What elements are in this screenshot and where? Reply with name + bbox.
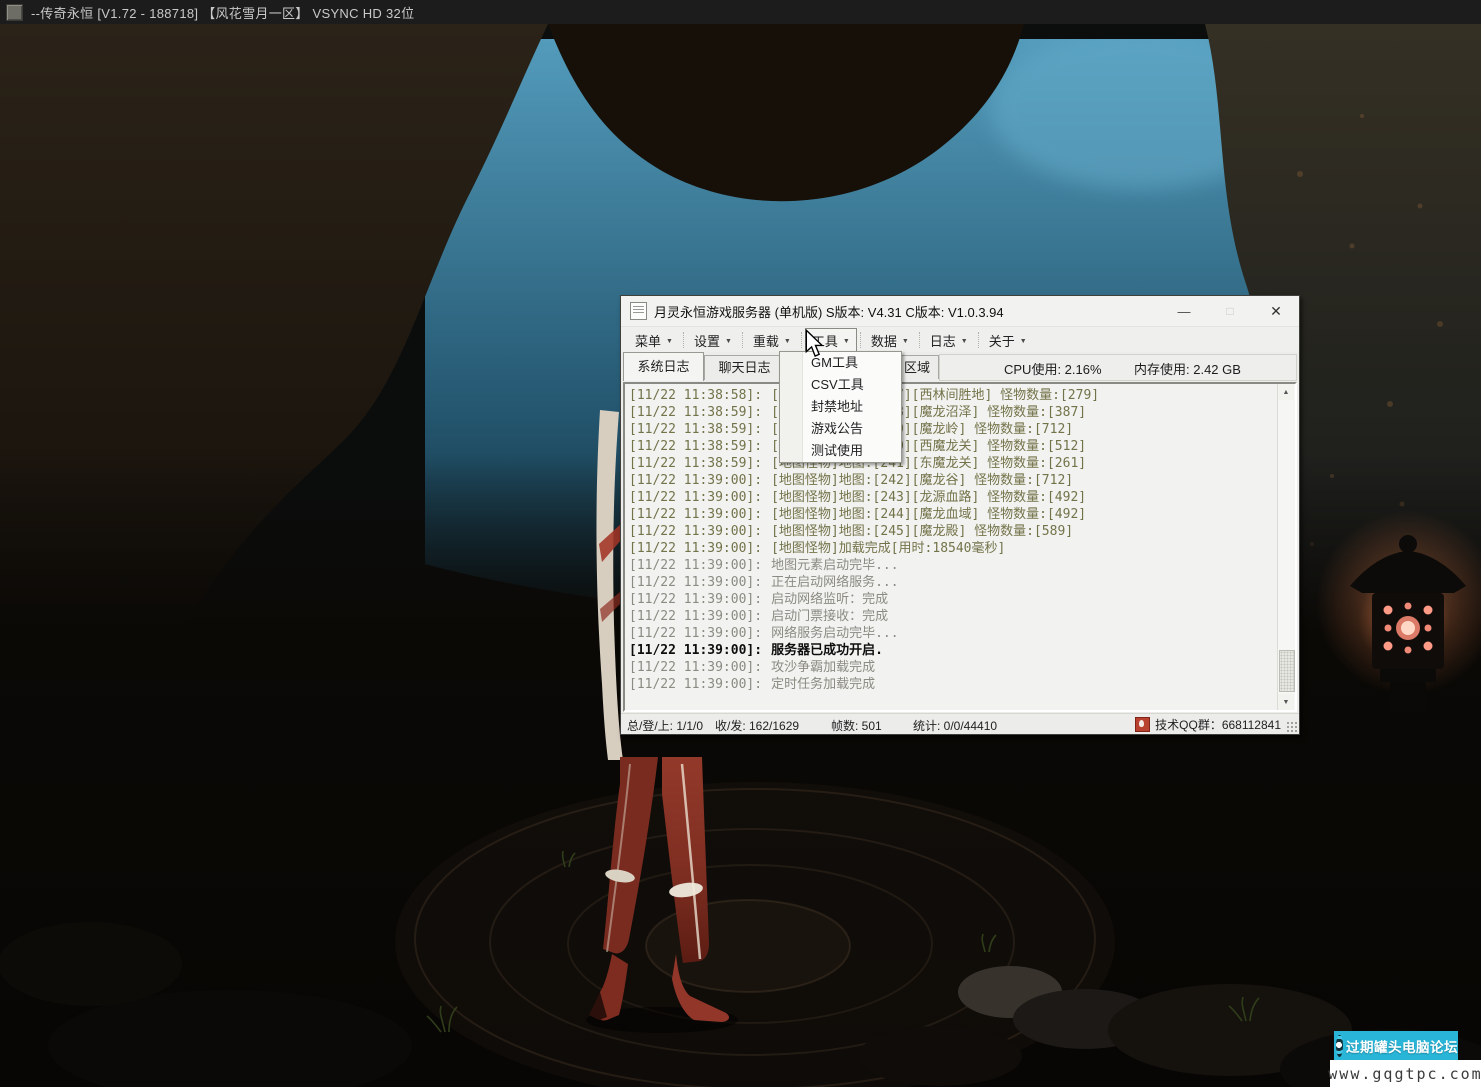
log-line-server-started: [11/22 11:39:00]:服务器已成功开启. [629,642,1275,659]
dropdown-item-gm-tools[interactable]: GM工具 [780,352,901,374]
game-title-bar: --传奇永恒 [V1.72 - 188718] 【风花雪月一区】 VSYNC H… [0,0,1481,24]
game-app-icon [6,4,23,21]
chevron-down-icon: ▼ [666,338,673,345]
qq-icon [1135,717,1150,732]
menu-bar: 菜单 ▼ 设置 ▼ 重载 ▼ 工具 ▼ 数据 ▼ 日志 ▼ 关于 [621,326,1299,353]
menu-label: 设置 [694,331,720,350]
log-line: [11/22 11:39:00]:启动门票接收：完成 [629,608,1275,625]
scroll-up-icon[interactable]: ▲ [1278,384,1294,400]
status-stats: 统计: 0/0/44410 [913,717,997,734]
tab-chat-log[interactable]: 聊天日志 [704,355,785,380]
status-qq-group: 技术QQ群：668112841 [1155,716,1281,733]
dropdown-item-test-use[interactable]: 测试使用 [780,440,901,462]
tab-bar: 系统日志 聊天日志 区域 CPU使用: 2.16% 内存使用: 2.42 GB [621,352,1299,382]
menu-label: 日志 [930,331,956,350]
memory-usage: 内存使用: 2.42 GB [1134,359,1241,378]
chevron-down-icon: ▼ [725,338,732,345]
resource-stats-panel: CPU使用: 2.16% 内存使用: 2.42 GB [939,354,1297,381]
maximize-button[interactable]: □ [1207,296,1253,326]
tools-dropdown-menu: GM工具 CSV工具 封禁地址 游戏公告 测试使用 [779,351,902,463]
forum-url-strip: www.gqgtpc.com [1330,1060,1481,1087]
scrollbar-thumb[interactable] [1279,650,1295,692]
mouse-cursor [805,329,824,363]
log-line: [11/22 11:39:00]:启动网络监听：完成 [629,591,1275,608]
chevron-down-icon: ▼ [902,338,909,345]
status-totals: 总/登/上: 1/1/0 [627,717,703,734]
menu-item-menu[interactable]: 菜单 ▼ [628,328,680,353]
menu-separator [978,332,979,348]
log-line: [11/22 11:39:00]:攻沙争霸加载完成 [629,659,1275,676]
game-title-text: --传奇永恒 [V1.72 - 188718] 【风花雪月一区】 VSYNC H… [31,3,414,22]
window-title-bar[interactable]: 月灵永恒游戏服务器 (单机版) S版本: V4.31 C版本: V1.0.3.9… [621,296,1299,326]
server-window: 月灵永恒游戏服务器 (单机版) S版本: V4.31 C版本: V1.0.3.9… [620,295,1300,735]
log-lines: [11/22 11:38:58]:[地图怪物]地图:[237][西林间胜地] 怪… [629,387,1275,710]
log-line: [11/22 11:39:00]:定时任务加载完成 [629,676,1275,693]
resize-grip[interactable] [1286,721,1298,733]
forum-url: www.gqgtpc.com [1328,1065,1481,1083]
log-line: [11/22 11:39:00]:[地图怪物]地图:[243][龙源血路] 怪物… [629,489,1275,506]
system-log-view: [11/22 11:38:58]:[地图怪物]地图:[237][西林间胜地] 怪… [623,382,1297,712]
vertical-scrollbar[interactable]: ▲ ▼ [1277,384,1295,710]
window-icon [630,302,647,320]
menu-item-reload[interactable]: 重载 ▼ [746,328,798,353]
menu-separator [919,332,920,348]
log-line: [11/22 11:38:59]:[地图怪物]地图:[238][魔龙沼泽] 怪物… [629,404,1275,421]
forum-logo-icon [1336,1035,1343,1057]
chevron-down-icon: ▼ [843,338,850,345]
cpu-usage: CPU使用: 2.16% [1004,359,1102,378]
close-button[interactable]: ✕ [1253,296,1299,326]
log-line: [11/22 11:38:59]:[地图怪物]地图:[239][魔龙岭] 怪物数… [629,421,1275,438]
status-bar: 总/登/上: 1/1/0 收/发: 162/1629 帧数: 501 统计: 0… [621,713,1299,734]
scroll-down-icon[interactable]: ▼ [1278,694,1294,710]
forum-name: 过期罐头电脑论坛 [1346,1036,1458,1056]
chevron-down-icon: ▼ [961,338,968,345]
status-net: 收/发: 162/1629 [715,717,799,734]
menu-item-data[interactable]: 数据 ▼ [864,328,916,353]
menu-separator [683,332,684,348]
chevron-down-icon: ▼ [1020,338,1027,345]
dropdown-item-ban-address[interactable]: 封禁地址 [780,396,901,418]
dropdown-item-csv-tools[interactable]: CSV工具 [780,374,901,396]
chevron-down-icon: ▼ [784,338,791,345]
minimize-button[interactable]: — [1161,296,1207,326]
menu-item-about[interactable]: 关于 ▼ [982,328,1034,353]
menu-label: 数据 [871,331,897,350]
log-line: [11/22 11:39:00]:网络服务启动完毕... [629,625,1275,642]
log-line: [11/22 11:38:59]:[地图怪物]地图:[240][西魔龙关] 怪物… [629,438,1275,455]
menu-label: 关于 [989,331,1015,350]
log-line: [11/22 11:39:00]:[地图怪物]地图:[245][魔龙殿] 怪物数… [629,523,1275,540]
log-line: [11/22 11:39:00]:[地图怪物]地图:[244][魔龙血域] 怪物… [629,506,1275,523]
log-line: [11/22 11:39:00]:正在启动网络服务... [629,574,1275,591]
log-line: [11/22 11:38:59]:[地图怪物]地图:[241][东魔龙关] 怪物… [629,455,1275,472]
log-line: [11/22 11:39:00]:[地图怪物]加载完成[用时:18540毫秒] [629,540,1275,557]
log-line: [11/22 11:38:58]:[地图怪物]地图:[237][西林间胜地] 怪… [629,387,1275,404]
menu-item-logs[interactable]: 日志 ▼ [923,328,975,353]
log-line: [11/22 11:39:00]:[地图怪物]地图:[242][魔龙谷] 怪物数… [629,472,1275,489]
menu-separator [742,332,743,348]
window-title: 月灵永恒游戏服务器 (单机版) S版本: V4.31 C版本: V1.0.3.9… [654,302,1004,321]
status-fps: 帧数: 501 [831,717,882,734]
forum-watermark: 过期罐头电脑论坛 [1334,1031,1458,1060]
log-line: [11/22 11:39:00]:地图元素启动完毕... [629,557,1275,574]
menu-item-settings[interactable]: 设置 ▼ [687,328,739,353]
menu-label: 重载 [753,331,779,350]
menu-separator [801,332,802,348]
menu-label: 菜单 [635,331,661,350]
tab-system-log[interactable]: 系统日志 [623,352,704,381]
menu-separator [860,332,861,348]
dropdown-item-game-notice[interactable]: 游戏公告 [780,418,901,440]
